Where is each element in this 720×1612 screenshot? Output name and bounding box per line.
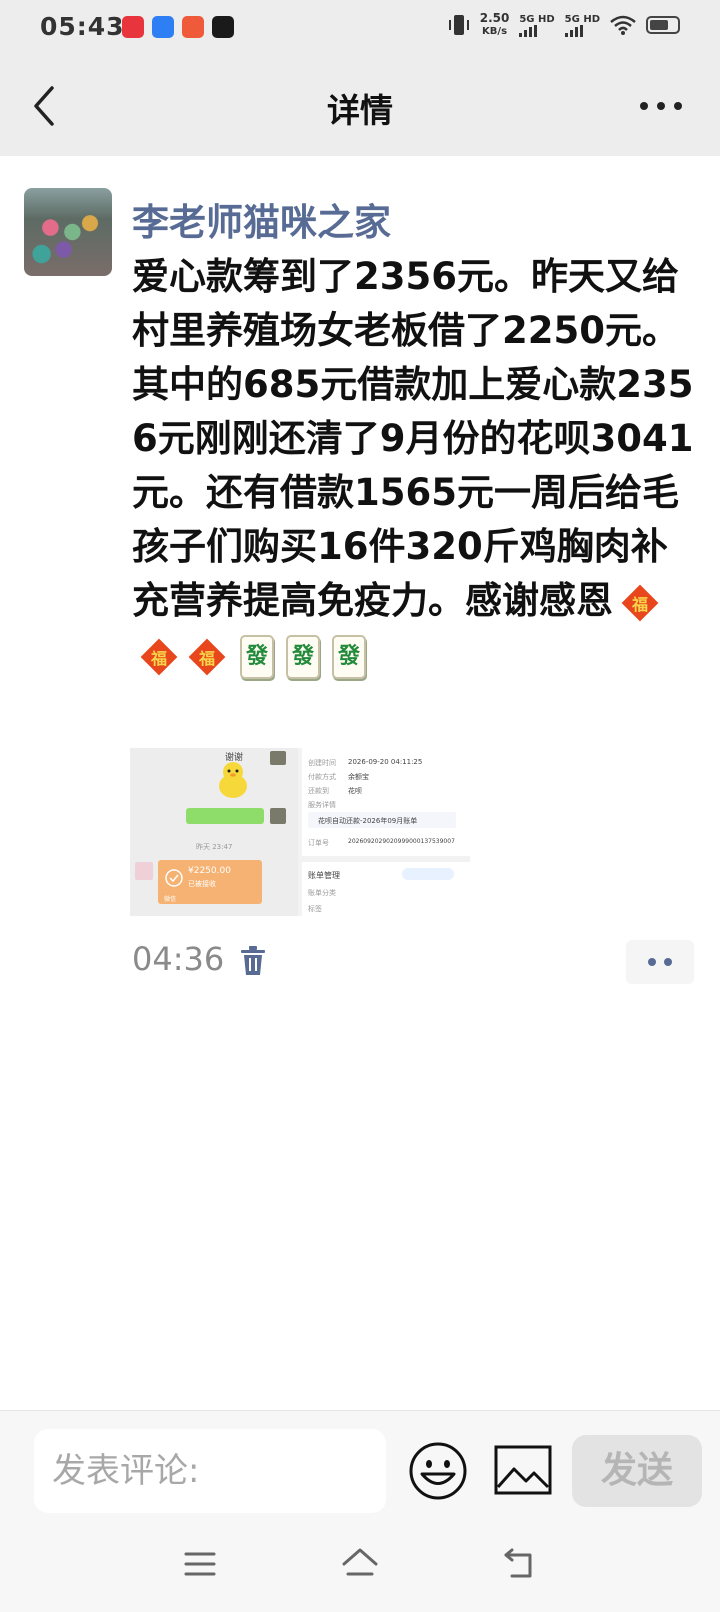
tag-pill <box>402 868 454 880</box>
sim2-label: 5G HD <box>564 13 600 25</box>
detail-label: 创建时间 <box>308 759 336 767</box>
send-button[interactable]: 发送 <box>572 1435 702 1507</box>
chat-screenshot: 谢谢 昨天 23:47 ¥2250.00 已被接收 微信 <box>130 748 298 916</box>
chat-time: 昨天 23:47 <box>196 843 233 851</box>
fu-emoji-icon: 福 <box>140 638 178 675</box>
app-icon <box>122 16 144 38</box>
post-time: 04:36 <box>132 940 225 978</box>
comment-like-options-button[interactable] <box>626 940 694 984</box>
app-icon <box>152 16 174 38</box>
emoji-button[interactable] <box>408 1441 468 1501</box>
status-time: 05:43 <box>40 12 125 41</box>
vibrate-icon <box>448 15 469 35</box>
net-speed-value: 2.50 <box>479 11 510 25</box>
app-icon <box>212 16 234 38</box>
fu-emoji-icon: 福 <box>188 638 226 675</box>
svg-text:福: 福 <box>631 595 648 614</box>
signal-bars-icon <box>564 24 600 37</box>
system-nav-bar <box>0 1518 720 1612</box>
detail-label: 服务详情 <box>308 801 336 809</box>
duck-sticker-icon <box>219 762 247 798</box>
author-name[interactable]: 李老师猫咪之家 <box>132 192 391 246</box>
transfer-source: 微信 <box>164 896 177 903</box>
fa-emoji-icon: 發 <box>240 634 274 679</box>
sim1-signal: 5G HD <box>519 13 555 37</box>
post-body-text: 爱心款筹到了2356元。昨天又给村里养殖场女老板借了2250元。其中的685元借… <box>132 255 694 622</box>
smiley-icon <box>409 1442 467 1500</box>
service-card: 花呗自动还款-2026年09月账单 <box>308 812 456 828</box>
detail-label: 付款方式 <box>308 773 336 781</box>
section-divider <box>302 856 470 862</box>
detail-label: 账单分类 <box>308 889 336 897</box>
sim2-signal: 5G HD <box>564 13 600 37</box>
section-title: 账单管理 <box>308 871 340 880</box>
svg-text:福: 福 <box>150 649 167 668</box>
more-dot <box>657 102 665 110</box>
detail-value: 花呗 <box>348 787 362 795</box>
page-title: 详情 <box>327 91 393 130</box>
avatar <box>135 862 153 880</box>
trash-icon <box>241 946 265 975</box>
dot-icon <box>648 958 656 966</box>
nav-bar: 详情 <box>0 56 720 156</box>
app-icon <box>182 16 204 38</box>
image-button[interactable] <box>494 1445 552 1495</box>
more-dots-icon <box>640 102 648 110</box>
net-speed-unit: KB/s <box>482 26 508 37</box>
transfer-card: ¥2250.00 已被接收 微信 <box>158 860 262 904</box>
image-icon <box>494 1445 552 1495</box>
status-bar: 05:43 2.50 KB/s 5G HD 5G HD <box>0 0 720 56</box>
detail-label: 还款到 <box>308 787 329 795</box>
net-speed: 2.50 KB/s <box>480 12 510 38</box>
avatar[interactable] <box>24 188 112 276</box>
order-number: 2026092029020999000137539007 <box>348 838 455 845</box>
detail-label: 标签 <box>308 905 322 913</box>
menu-icon <box>184 1552 216 1576</box>
signal-bars-icon <box>519 24 554 37</box>
comment-bar: 发送 <box>0 1410 720 1518</box>
detail-label: 订单号 <box>308 839 329 847</box>
home-button[interactable] <box>340 1544 380 1584</box>
post-text: 爱心款筹到了2356元。昨天又给村里养殖场女老板借了2250元。其中的685元借… <box>132 250 700 682</box>
delete-button[interactable] <box>240 946 266 976</box>
fa-emoji-icon: 發 <box>286 634 320 679</box>
fa-emoji-icon: 發 <box>332 634 366 679</box>
back-nav-button[interactable] <box>500 1544 540 1584</box>
avatar <box>270 808 286 824</box>
notification-app-icons <box>122 16 234 38</box>
home-icon <box>342 1548 378 1576</box>
svg-text:福: 福 <box>198 649 215 668</box>
more-button[interactable] <box>640 92 682 120</box>
transfer-status: 已被接收 <box>188 880 216 888</box>
transfer-amount: ¥2250.00 <box>188 866 231 876</box>
detail-value: 余额宝 <box>348 773 369 781</box>
service-text: 花呗自动还款-2026年09月账单 <box>318 817 418 825</box>
dot-icon <box>664 958 672 966</box>
avatar <box>270 751 286 765</box>
return-icon <box>504 1548 532 1578</box>
comment-input[interactable] <box>34 1429 386 1513</box>
sim1-label: 5G HD <box>519 13 555 25</box>
check-circle-icon <box>165 869 183 887</box>
menu-button[interactable] <box>180 1544 220 1584</box>
more-dot <box>674 102 682 110</box>
battery-icon <box>646 16 680 34</box>
emoji-message-bubble <box>186 808 264 824</box>
payment-detail-screenshot: 创建时间 2026-09-20 04:11:25 付款方式 余额宝 还款到 花呗… <box>302 748 470 916</box>
fu-emoji-icon: 福 <box>621 584 659 621</box>
status-indicators: 2.50 KB/s 5G HD 5G HD <box>448 12 680 38</box>
wifi-icon <box>610 15 636 35</box>
post-image[interactable]: 谢谢 昨天 23:47 ¥2250.00 已被接收 微信 创建时间 2026-0… <box>130 748 470 916</box>
detail-value: 2026-09-20 04:11:25 <box>348 758 423 766</box>
